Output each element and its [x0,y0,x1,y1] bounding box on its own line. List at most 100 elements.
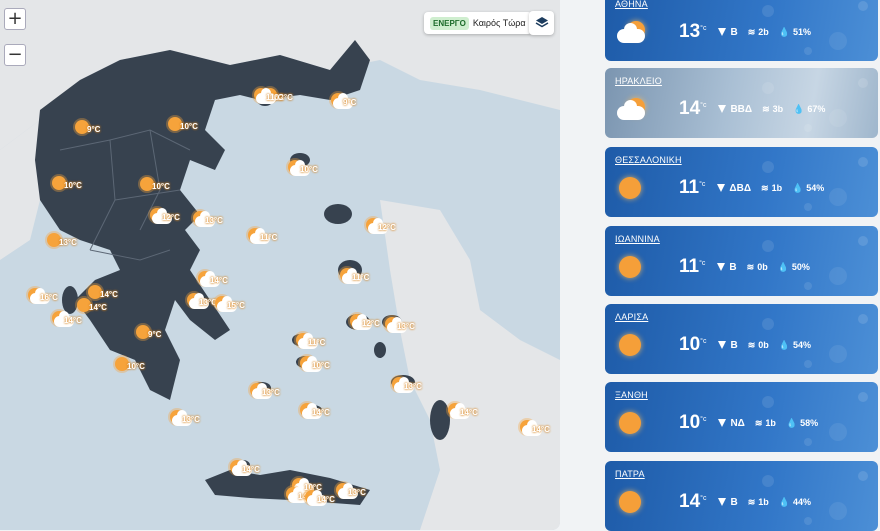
layers-icon [535,17,548,28]
map-weather-marker[interactable]: 16°C [28,288,72,310]
map-weather-marker[interactable]: 10°C [300,356,344,378]
map-weather-marker[interactable]: 13°C [385,317,429,339]
wind-icon: ≋ [746,261,755,272]
wind-direction: ΔΒΔ [717,183,751,194]
wind-direction: Β [717,262,737,273]
city-card[interactable]: ΑΘΗΝΑ 13 °c Β ≋ 2b 💧 51% [605,0,878,61]
humidity-value: 50% [791,262,810,272]
map-weather-marker[interactable]: 13°C [392,377,436,399]
map-weather-marker[interactable]: 14°C [198,271,242,293]
weather-stats: 14 °c Β ≋ 1b 💧 44% [679,491,811,513]
wind-beaufort: 1b [765,418,776,428]
sun-icon [619,334,641,356]
map-weather-marker[interactable]: 15°C [215,296,259,318]
city-card[interactable]: ΘΕΣΣΑΛΟΝΙΚΗ 11 °c ΔΒΔ ≋ 1b 💧 54% [605,147,878,217]
map-weather-marker[interactable]: 11°C [296,333,340,355]
map-weather-marker[interactable]: 11°C [254,88,298,110]
marker-temperature: 13°C [182,415,200,424]
city-card[interactable]: ΗΡΑΚΛΕΙΟ 14 °c ΒΒΔ ≋ 3b 💧 67% [605,68,878,138]
wind-beaufort: 1b [758,497,769,507]
temperature-unit: °c [700,495,707,502]
city-name-link[interactable]: ΑΘΗΝΑ [615,0,648,9]
humidity-value: 67% [807,104,826,114]
wind-direction-label: Β [730,339,738,351]
map-weather-marker[interactable]: 10°C [115,357,159,379]
map-weather-marker[interactable]: 13°C [193,211,237,233]
wind-arrow-icon [717,184,726,192]
map-weather-marker[interactable]: 9°C [75,120,119,142]
humidity: 💧 58% [786,418,818,429]
map-weather-marker[interactable]: 9°C [136,325,180,347]
city-name-link[interactable]: ΙΩΑΝΝΙΝΑ [615,234,660,244]
wind-direction-label: Β [730,26,738,38]
weather-stats: 11 °c Β ≋ 0b 💧 50% [679,256,810,278]
map-weather-marker[interactable]: 13°C [170,410,214,432]
map-weather-marker[interactable]: 14°C [520,420,560,442]
live-badge: ΕΝΕΡΓΟ [430,16,469,30]
temperature-value: 13 [679,21,701,42]
wind-beaufort: 0b [757,262,768,272]
map-weather-marker[interactable]: 14°C [300,403,344,425]
wind-speed: ≋ 1b [755,418,776,429]
humidity: 💧 44% [779,497,811,508]
city-card[interactable]: ΠΑΤΡΑ 14 °c Β ≋ 1b 💧 44% [605,461,878,531]
map-weather-marker[interactable]: 12°C [366,218,410,240]
city-name-link[interactable]: ΞΑΝΘΗ [615,390,648,400]
city-name-link[interactable]: ΠΑΤΡΑ [615,469,645,479]
weather-stats: 14 °c ΒΒΔ ≋ 3b 💧 67% [679,98,825,120]
marker-temperature: 15°C [227,301,245,310]
map-weather-marker[interactable]: 13°C [250,383,294,405]
marker-temperature: 12°C [362,319,380,328]
map-weather-marker[interactable]: 14°C [52,311,96,333]
marker-temperature: 11°C [260,233,278,242]
map-weather-marker[interactable]: 9°C [331,93,375,115]
weather-map[interactable]: + − ΕΝΕΡΓΟ Καιρός Τώρα 12°C 11°C 9°C 9°C 10°… [0,0,560,530]
wind-icon: ≋ [747,339,756,350]
city-name-link[interactable]: ΗΡΑΚΛΕΙΟ [615,76,662,86]
wind-beaufort: 3b [772,104,784,114]
weather-stats: 10 °c Β ≋ 0b 💧 54% [679,334,811,356]
map-weather-marker[interactable]: 10°C [52,176,96,198]
city-card[interactable]: ΙΩΑΝΝΙΝΑ 11 °c Β ≋ 0b 💧 50% [605,226,878,296]
humidity-value: 54% [792,340,811,350]
map-weather-marker[interactable]: 11°C [248,228,292,250]
wind-direction: Β [718,497,738,508]
humidity: 💧 54% [792,183,824,194]
map-weather-marker[interactable]: 12°C [150,208,194,230]
marker-temperature: 13°C [205,216,223,225]
map-weather-marker[interactable]: 14°C [230,460,274,482]
live-weather-control[interactable]: ΕΝΕΡΓΟ Καιρός Τώρα [424,12,532,34]
humidity-value: 58% [800,418,819,428]
map-weather-marker[interactable]: 14°C [448,403,492,425]
wind-direction: ΝΔ [718,418,745,429]
temperature-unit: °c [699,181,706,188]
map-weather-marker[interactable]: 10°C [168,117,212,139]
zoom-in-button[interactable]: + [4,8,26,30]
map-weather-marker[interactable]: 14°C [305,490,349,512]
marker-temperature: 13°C [59,238,77,247]
droplet-icon: 💧 [778,26,790,37]
temperature-unit: °c [699,260,706,267]
city-card[interactable]: ΛΑΡΙΣΑ 10 °c Β ≋ 0b 💧 54% [605,304,878,374]
zoom-out-button[interactable]: − [4,44,26,66]
city-name-link[interactable]: ΘΕΣΣΑΛΟΝΙΚΗ [615,155,682,165]
wind-speed: ≋ 2b [748,27,769,38]
marker-temperature: 10°C [127,362,145,371]
wind-direction: Β [718,26,738,38]
marker-temperature: 10°C [64,181,82,190]
humidity: 💧 51% [779,27,811,38]
map-weather-marker[interactable]: 13°C [47,233,91,255]
greece-map [0,0,560,530]
wind-direction-label: ΒΒΔ [730,103,753,115]
map-weather-marker[interactable]: 11°C [340,268,384,290]
map-weather-marker[interactable]: 10°C [140,177,184,199]
map-weather-marker[interactable]: 10°C [288,160,332,182]
humidity: 💧 50% [778,262,810,273]
droplet-icon: 💧 [785,417,798,428]
wind-arrow-icon [718,419,727,427]
droplet-icon: 💧 [792,182,804,193]
city-name-link[interactable]: ΛΑΡΙΣΑ [615,312,648,322]
layers-button[interactable] [529,11,554,35]
city-card[interactable]: ΞΑΝΘΗ 10 °c ΝΔ ≋ 1b 💧 58% [605,382,878,452]
marker-temperature: 9°C [148,330,162,339]
